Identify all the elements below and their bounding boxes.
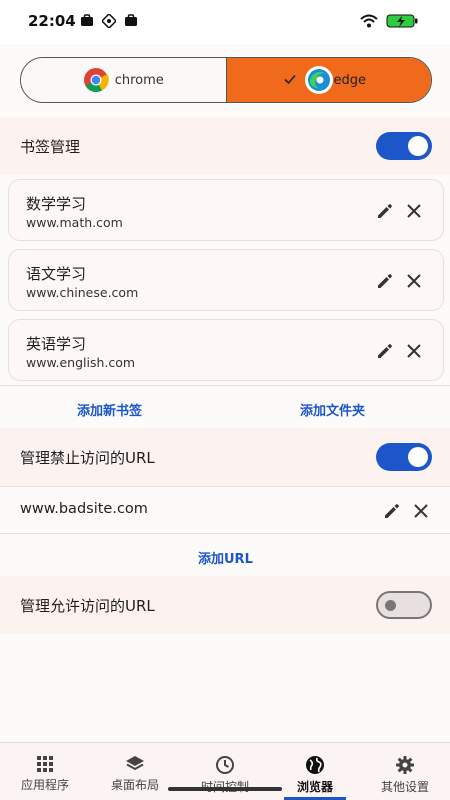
status-time: 22:04	[28, 12, 76, 30]
status-bar: 22:04	[0, 0, 450, 44]
bookmark-title: 语文学习	[26, 265, 87, 283]
close-icon[interactable]	[405, 202, 423, 220]
blocked-url-item[interactable]: www.badsite.com	[0, 486, 450, 534]
globe-icon	[306, 756, 324, 774]
edge-icon	[304, 66, 333, 94]
blocked-url-toggle[interactable]	[376, 443, 432, 471]
clock-icon	[216, 756, 234, 774]
section-title: 管理禁止访问的URL	[20, 448, 155, 467]
section-title: 书签管理	[20, 137, 81, 156]
bookmark-title: 英语学习	[26, 335, 87, 353]
briefcase-icon	[81, 14, 93, 26]
nav-item-desktop-layout[interactable]: 桌面布局	[90, 743, 180, 800]
vpn-icon	[102, 14, 116, 28]
edit-icon[interactable]	[382, 501, 402, 521]
bookmark-item[interactable]: 英语学习 www.english.com	[8, 319, 444, 381]
browser-option-chrome[interactable]: chrome	[21, 58, 226, 102]
wifi-icon	[360, 14, 378, 28]
edit-icon[interactable]	[375, 201, 395, 221]
check-icon	[283, 74, 296, 85]
blocked-url: www.badsite.com	[20, 501, 148, 517]
nav-item-label: 应用程序	[20, 778, 69, 792]
bookmark-management-row: 书签管理	[0, 117, 450, 175]
close-icon[interactable]	[412, 502, 430, 520]
bookmark-url: www.math.com	[26, 215, 123, 230]
section-title: 管理允许访问的URL	[20, 596, 155, 615]
bottom-nav: 应用程序 桌面布局 时间控制 浏览器 其他设置	[0, 742, 450, 800]
home-indicator	[168, 787, 282, 791]
edit-icon[interactable]	[375, 271, 395, 291]
add-url-button[interactable]: 添加URL	[198, 548, 253, 567]
grid-icon	[37, 756, 53, 772]
browser-switch: chrome edge	[20, 57, 432, 103]
bookmark-title: 数学学习	[26, 195, 87, 213]
allowed-url-row: 管理允许访问的URL	[0, 576, 450, 634]
edit-icon[interactable]	[375, 341, 395, 361]
blocked-url-row: 管理禁止访问的URL	[0, 428, 450, 486]
allowed-url-toggle[interactable]	[376, 591, 432, 619]
briefcase-icon	[125, 14, 137, 26]
bookmark-item[interactable]: 语文学习 www.chinese.com	[8, 249, 444, 311]
nav-item-other-settings[interactable]: 其他设置	[360, 743, 450, 800]
bookmark-item[interactable]: 数学学习 www.math.com	[8, 179, 444, 241]
bookmark-url: www.chinese.com	[26, 285, 139, 300]
browser-option-label: edge	[333, 72, 367, 88]
nav-item-apps[interactable]: 应用程序	[0, 743, 90, 800]
layers-icon	[126, 756, 144, 771]
bookmark-management-toggle[interactable]	[376, 132, 432, 160]
browser-option-edge[interactable]: edge	[225, 58, 431, 102]
nav-item-browser[interactable]: 浏览器	[270, 743, 360, 800]
nav-item-label: 桌面布局	[110, 778, 159, 792]
browser-option-label: chrome	[114, 72, 164, 88]
divider	[0, 385, 450, 386]
close-icon[interactable]	[405, 342, 423, 360]
close-icon[interactable]	[405, 272, 423, 290]
bookmark-url: www.english.com	[26, 355, 136, 370]
nav-item-label: 其他设置	[380, 780, 429, 794]
nav-item-time-control[interactable]: 时间控制	[180, 743, 270, 800]
gear-icon	[396, 756, 414, 774]
nav-item-label: 浏览器	[296, 780, 333, 794]
add-bookmark-button[interactable]: 添加新书签	[77, 400, 142, 419]
battery-charging-icon	[386, 14, 418, 28]
add-folder-button[interactable]: 添加文件夹	[300, 400, 365, 419]
chrome-icon	[83, 68, 109, 93]
